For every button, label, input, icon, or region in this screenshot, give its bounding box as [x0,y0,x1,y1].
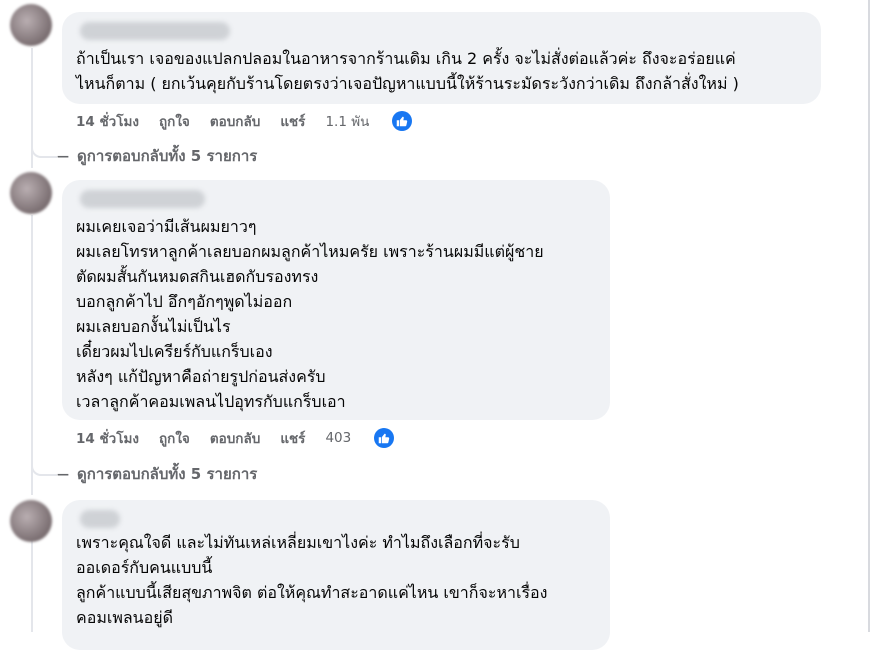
view-replies-link[interactable]: — ดูการตอบกลับทั้ง 5 รายการ [57,144,257,168]
comment-text-line: ผมเลยโทรหาลูกค้าเลยบอกผมลูกค้าไหมครัย เพ… [76,242,544,261]
comment-text-line: เดี๋ยวผมไปเครียร์กับแกร็บเอง [76,342,273,361]
view-replies-label: ดูการตอบกลับทั้ง 5 รายการ [77,147,258,165]
like-button[interactable]: ถูกใจ [159,110,190,132]
comment-text-line: ตัดผมสั้นกันหมดสกินเฮดกับรองทรง [76,267,319,286]
reply-button[interactable]: ตอบกลับ [210,110,260,132]
reply-arrow-icon: — [57,467,69,481]
commenter-name[interactable] [80,22,230,40]
view-replies-label: ดูการตอบกลับทั้ง 5 รายการ [77,465,258,483]
comment-timestamp[interactable]: 14 ชั่วโมง [76,427,139,449]
view-replies-link[interactable]: — ดูการตอบกลับทั้ง 5 รายการ [57,462,257,486]
thread-line [31,532,33,632]
reaction-count: 1.1 พัน [325,114,370,130]
comment-actions: 14 ชั่วโมง ถูกใจ ตอบกลับ แชร์ 403 [76,428,434,448]
comment-text-line: เพราะคุณใจดี และไม่ทันเหล่เหลี่ยมเขาไงค่… [76,533,520,552]
reply-branch-line [31,448,57,476]
reaction-summary[interactable]: 403 [325,428,414,448]
share-button[interactable]: แชร์ [280,427,305,449]
comment-text-line: ถ้าเป็นเรา เจอของแปลกปลอมในอาหารจากร้านเ… [76,49,736,68]
avatar[interactable] [10,500,52,542]
reply-arrow-icon: — [57,149,69,163]
thumbs-up-icon [392,111,413,131]
comment-bubble: เพราะคุณใจดี และไม่ทันเหล่เหลี่ยมเขาไงค่… [62,500,610,650]
reply-button[interactable]: ตอบกลับ [210,427,260,449]
commenter-name[interactable] [80,510,120,528]
comment-text-line: คอมเพลนอยู่ดี [76,608,173,627]
comment-text-line: ผมเลยบอกงั้นไม่เป็นไร [76,317,231,336]
like-button[interactable]: ถูกใจ [159,427,190,449]
comment-text-line: บอกลูกค้าไป อึกๆอักๆพูดไม่ออก [76,292,293,311]
reaction-count: 403 [325,430,352,446]
avatar[interactable] [10,4,52,46]
reaction-summary[interactable]: 1.1 พัน [325,110,432,132]
comment-timestamp[interactable]: 14 ชั่วโมง [76,110,139,132]
comment-actions: 14 ชั่วโมง ถูกใจ ตอบกลับ แชร์ 1.1 พัน [76,111,452,131]
share-button[interactable]: แชร์ [280,110,305,132]
comment-text-line: ผมเคยเจอว่ามีเส้นผมยาวๆ [76,217,257,236]
comment-text-line: เวลาลูกค้าคอมเพลนไปอุทรกับแกร็บเอา [76,392,346,411]
comment-text-line: ออเดอร์กับคนแบบนี้ [76,558,213,577]
reply-branch-line [31,130,57,158]
thumbs-up-icon [374,428,395,448]
comment-bubble: ถ้าเป็นเรา เจอของแปลกปลอมในอาหารจากร้านเ… [62,12,821,104]
commenter-name[interactable] [80,190,205,208]
avatar[interactable] [10,172,52,214]
comment-text-line: หลังๆ แก้ปัญหาคือถ่ายรูปก่อนส่งครับ [76,367,326,386]
comment-bubble: ผมเคยเจอว่ามีเส้นผมยาวๆ ผมเลยโทรหาลูกค้า… [62,180,610,420]
comment-text-line: ไหนก็ตาม ( ยกเว้นคุยกับร้านโดยตรงว่าเจอป… [76,74,739,93]
comment-text-line: ลูกค้าแบบนี้เสียสุขภาพจิต ต่อให้คุณทำสะอ… [76,583,548,602]
